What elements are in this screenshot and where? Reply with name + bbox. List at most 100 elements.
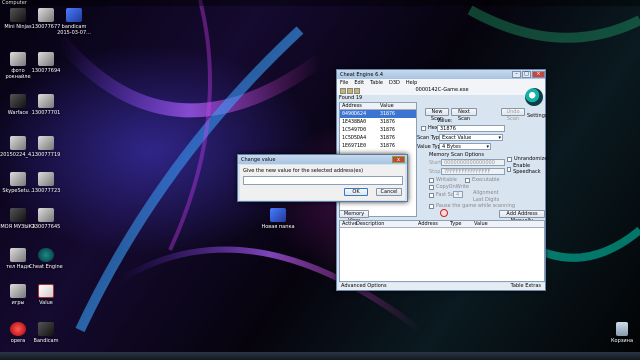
dialog-prompt: Give the new value for the selected addr…	[243, 168, 364, 174]
opera-icon	[10, 322, 26, 336]
desktop-icon-value[interactable]: Value	[28, 284, 64, 306]
column-address[interactable]: Address	[418, 221, 450, 227]
column-value[interactable]: Value	[378, 103, 394, 109]
checkbox-icon	[421, 125, 426, 131]
menu-d3d[interactable]: D3D	[389, 79, 400, 87]
memory-view-button[interactable]: Memory View	[339, 210, 369, 224]
ok-button[interactable]: OK	[344, 188, 368, 196]
new-value-input[interactable]	[243, 176, 403, 185]
cheat-table[interactable]: Active Description Address Type Value	[339, 220, 545, 282]
menu-table[interactable]: Table	[370, 79, 383, 87]
warface-icon	[10, 94, 26, 108]
column-address[interactable]: Address	[340, 103, 378, 109]
close-icon[interactable]: x	[392, 156, 405, 163]
desktop-icon-130077645[interactable]: 130077645	[28, 208, 64, 230]
value-type-select[interactable]: 4 Bytes ▾	[439, 143, 491, 150]
dialog-body: Give the new value for the selected addr…	[240, 165, 405, 200]
column-type[interactable]: Type	[450, 221, 474, 227]
cheat-engine-logo-icon[interactable]	[525, 88, 543, 106]
undo-scan-button[interactable]: Undo Scan	[501, 108, 525, 122]
window-title: Cheat Engine 6.4	[340, 71, 384, 78]
stop-icon[interactable]	[440, 209, 448, 217]
top-strip-label: Computer	[2, 0, 27, 6]
stop-address-input[interactable]: 7FFFFFFFFFFFFFFF	[441, 168, 505, 175]
column-active[interactable]: Active	[340, 221, 357, 227]
next-scan-button[interactable]: Next Scan	[451, 108, 477, 122]
process-name: 0000142C-Game.exe	[415, 87, 469, 93]
desktop-icon-cheat-engine[interactable]: Cheat Engine	[28, 248, 64, 270]
menu-bar: File Edit Table D3D Help	[337, 79, 545, 87]
recycle-bin-icon	[616, 322, 628, 336]
scan-type-select[interactable]: Exact Value ▾	[439, 134, 503, 141]
process-bar: 0000142C-Game.exe	[339, 87, 545, 95]
address-row[interactable]: 1C5497D0 31876	[340, 126, 416, 134]
memory-scan-options-label: Memory Scan Options	[429, 152, 484, 158]
taskbar[interactable]	[0, 352, 640, 360]
image-icon	[38, 52, 54, 66]
new-scan-button[interactable]: New Scan	[425, 108, 449, 122]
pause-game-checkbox[interactable]: Pause the game while scanning	[429, 203, 515, 209]
address-list-header: Address Value	[340, 103, 416, 110]
menu-edit[interactable]: Edit	[354, 79, 364, 87]
column-value[interactable]: Value	[474, 221, 488, 227]
start-address-input[interactable]: 0000000000000000	[441, 159, 505, 166]
address-row[interactable]: 1E438BA0 31876	[340, 118, 416, 126]
add-address-manually-button[interactable]: Add Address Manually	[499, 210, 545, 224]
desktop-icon-130077723[interactable]: 130077723	[28, 172, 64, 194]
music-icon	[10, 208, 26, 222]
image-icon	[38, 136, 54, 150]
desktop-icon-new-folder[interactable]: Новая папка	[258, 208, 298, 230]
title-bar[interactable]: Cheat Engine 6.4 – □ ×	[337, 70, 545, 79]
photo-icon	[10, 52, 26, 66]
alignment-radio[interactable]: Alignment	[473, 190, 499, 196]
table-extras-link[interactable]: Table Extras	[511, 283, 545, 290]
menu-file[interactable]: File	[340, 79, 348, 87]
maximize-icon[interactable]: □	[522, 71, 531, 78]
desktop-icon-130077701[interactable]: 130077701	[28, 94, 64, 116]
folder-icon	[66, 8, 82, 22]
value-input[interactable]: 31876	[437, 125, 505, 132]
image-icon	[10, 248, 26, 262]
top-strip: Computer	[0, 0, 640, 6]
address-row[interactable]: 1E6971E0 31876	[340, 142, 416, 150]
hex-checkbox[interactable]: Hex	[421, 125, 438, 131]
desktop-icon-bandicam-folder[interactable]: bandicam 2015-03-07...	[56, 8, 92, 36]
desktop-icon-bandicam[interactable]: Bandicam	[28, 322, 64, 344]
chevron-down-icon: ▾	[498, 135, 501, 141]
pdf-icon	[38, 284, 54, 298]
checkbox-icon	[429, 203, 434, 209]
value-label: Value:	[437, 118, 453, 124]
folder-icon	[270, 208, 286, 222]
change-value-dialog: Change value x Give the new value for th…	[237, 154, 408, 202]
checkbox-icon	[429, 192, 434, 198]
status-footer: Advanced Options Table Extras	[339, 283, 545, 290]
bandicam-icon	[38, 322, 54, 336]
advanced-options-link[interactable]: Advanced Options	[339, 283, 387, 290]
enable-speedhack-checkbox[interactable]: Enable Speedhack	[507, 163, 545, 175]
image-icon	[10, 136, 26, 150]
close-icon[interactable]: ×	[532, 71, 545, 78]
game-icon	[10, 8, 26, 22]
desktop-icon-130077694[interactable]: 130077694	[28, 52, 64, 74]
address-row[interactable]: 0490D624 31876	[340, 110, 416, 118]
copy-on-write-checkbox[interactable]: CopyOnWrite	[429, 184, 469, 190]
desktop-icon-130077719[interactable]: 130077719	[28, 136, 64, 158]
writable-checkbox[interactable]: Writable	[429, 177, 457, 183]
cheat-engine-icon	[38, 248, 54, 262]
checkbox-icon	[429, 177, 434, 183]
desktop-icon-recycle-bin[interactable]: Корзина	[604, 322, 640, 344]
image-icon	[38, 172, 54, 186]
image-icon	[38, 8, 54, 22]
menu-help[interactable]: Help	[406, 79, 417, 87]
executable-checkbox[interactable]: Executable	[465, 177, 500, 183]
dialog-title-bar[interactable]: Change value x	[238, 155, 407, 164]
minimize-icon[interactable]: –	[512, 71, 521, 78]
unrandomizer-checkbox[interactable]: Unrandomizer	[507, 156, 549, 162]
fast-scan-input[interactable]: 4	[453, 191, 463, 198]
checkbox-icon	[465, 177, 470, 183]
address-row[interactable]: 1C5D5DA4 31876	[340, 134, 416, 142]
column-description[interactable]: Description	[356, 221, 418, 227]
cancel-button[interactable]: Cancel	[376, 188, 402, 196]
checkbox-icon	[507, 166, 512, 172]
settings-label[interactable]: Settings	[527, 113, 548, 119]
